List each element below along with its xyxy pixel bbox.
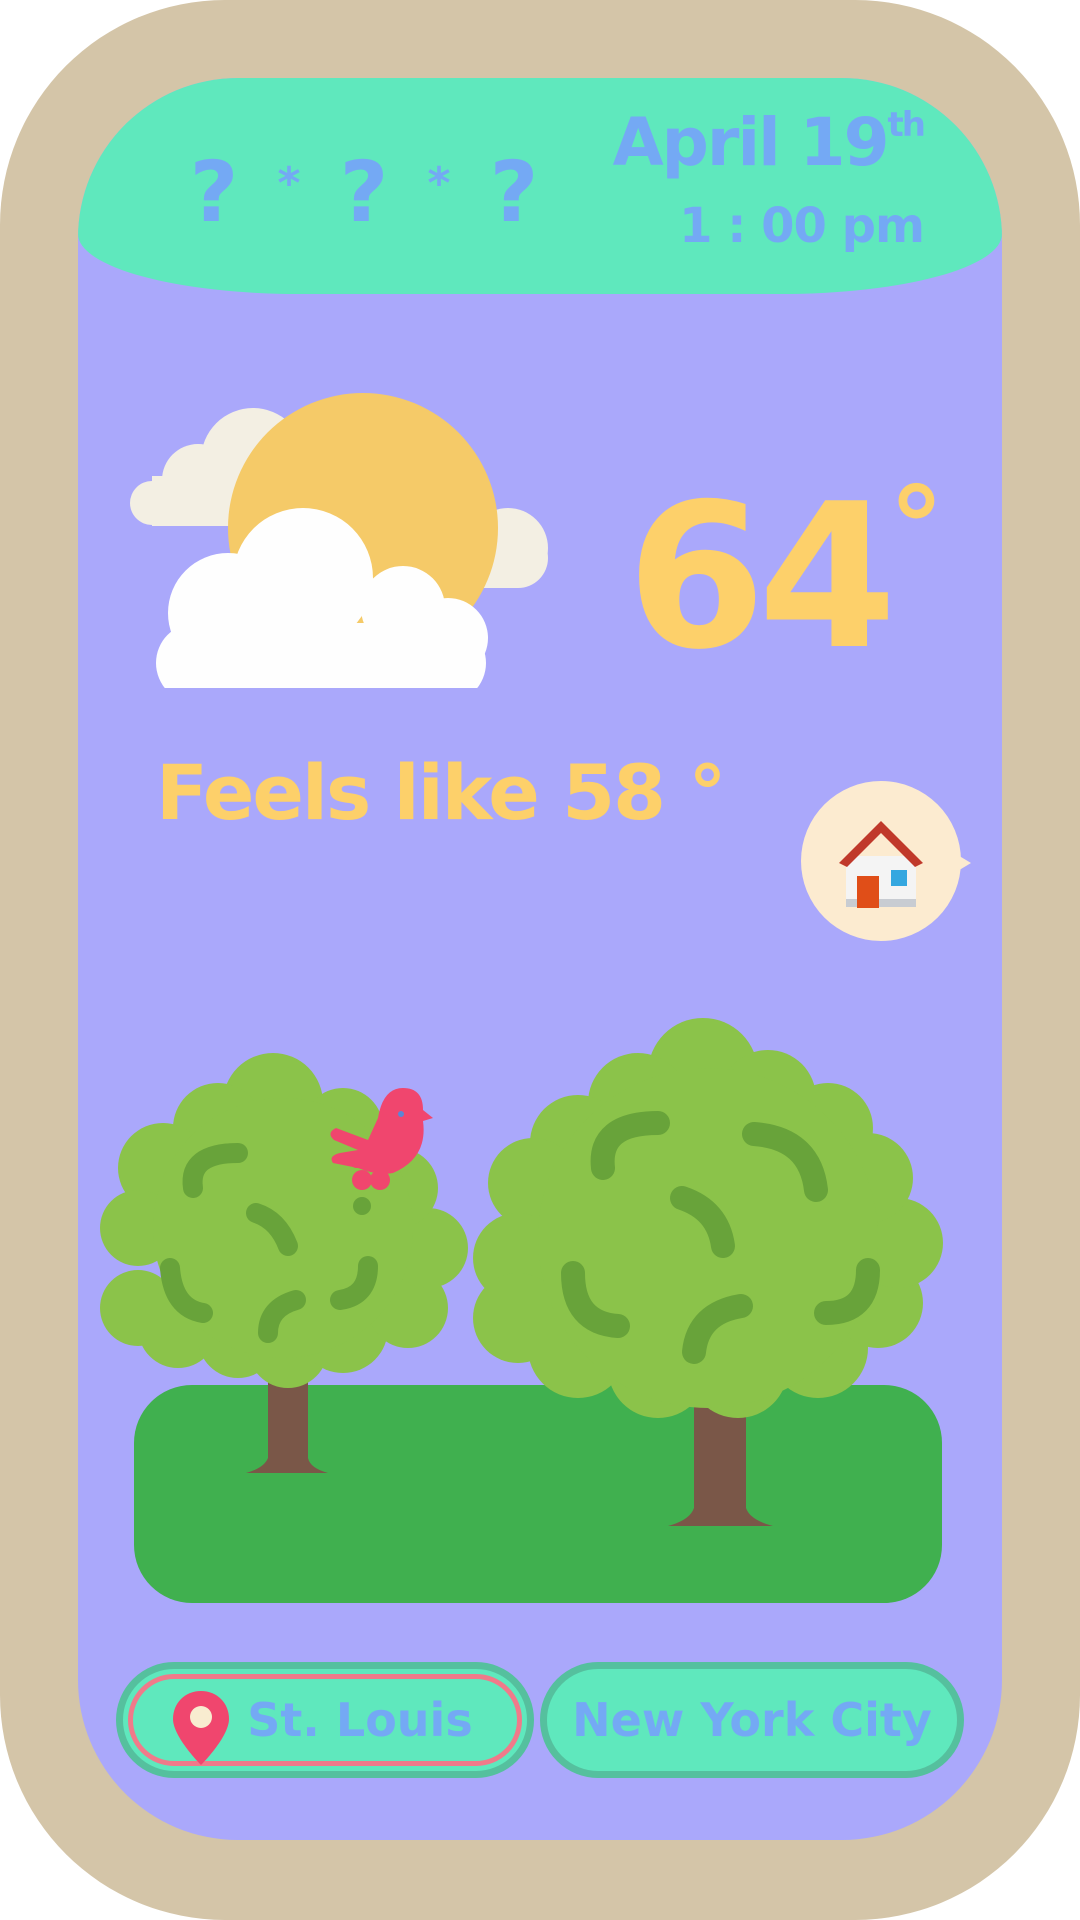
temperature-value: 64 — [626, 461, 897, 694]
location-button-st-louis[interactable]: St. Louis — [116, 1662, 534, 1778]
header-symbols: ? * ? * ? — [166, 150, 562, 234]
date-text: April 19 — [612, 104, 890, 181]
location-label: St. Louis — [247, 1693, 473, 1747]
header-bar: ? * ? * ? April 19th 1 : 00 pm — [78, 78, 1002, 294]
location-pin-icon — [173, 1691, 229, 1765]
location-label: New York City — [572, 1693, 932, 1747]
question-mark: ? — [189, 143, 239, 241]
partly-cloudy-icon — [130, 393, 548, 688]
date-label: April 19th — [613, 108, 926, 176]
star-symbol: * — [427, 158, 451, 209]
question-mark: ? — [489, 143, 539, 241]
temperature: 64° — [627, 472, 944, 678]
app-screen: ? * ? * ? April 19th 1 : 00 pm 64° Feels… — [78, 78, 1002, 1840]
degree-symbol: ° — [889, 463, 944, 591]
feels-like-label: Feels like 58 ° — [156, 748, 726, 837]
location-button-new-york-city[interactable]: New York City — [540, 1662, 964, 1778]
park-scene — [100, 1018, 943, 1603]
question-mark: ? — [339, 143, 389, 241]
home-button[interactable] — [801, 781, 971, 941]
date-suffix: th — [887, 105, 926, 145]
time-label: 1 : 00 pm — [679, 198, 925, 254]
grass — [134, 1385, 942, 1603]
star-symbol: * — [277, 158, 301, 209]
